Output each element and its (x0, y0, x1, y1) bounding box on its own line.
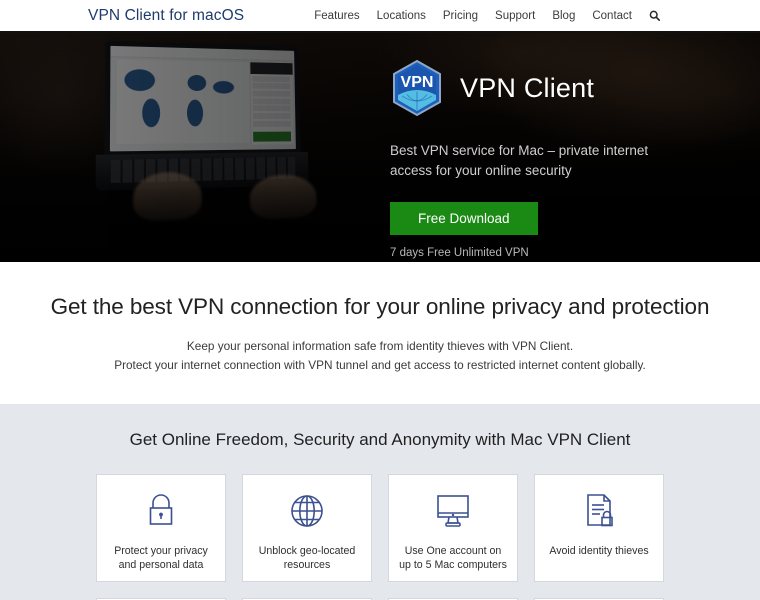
feature-card-label: Unblock geo-located resources (258, 545, 356, 571)
feature-card-multi-device[interactable]: Use One account on up to 5 Mac computers (388, 474, 518, 582)
feature-card-identity[interactable]: Avoid identity thieves (534, 474, 664, 582)
search-icon[interactable] (649, 10, 660, 21)
nav-item-locations[interactable]: Locations (377, 10, 426, 22)
monitor-icon (433, 489, 473, 533)
intro-line-2: Protect your internet connection with VP… (114, 358, 646, 372)
document-lock-icon (581, 489, 617, 533)
vpn-logo-text: VPN (401, 74, 434, 91)
globe-icon (288, 489, 326, 533)
main-nav: Features Locations Pricing Support Blog … (314, 10, 742, 22)
hero-title-row: VPN VPN Client (390, 59, 730, 117)
vpn-logo-icon: VPN (393, 59, 441, 117)
site-header: VPN Client for macOS Features Locations … (0, 0, 760, 33)
intro-heading: Get the best VPN connection for your onl… (50, 294, 710, 319)
feature-card-label: Use One account on up to 5 Mac computers (399, 545, 507, 571)
free-download-button[interactable]: Free Download (390, 202, 538, 235)
hero-subtitle: Best VPN service for Mac – private inter… (390, 143, 649, 178)
features-heading: Get Online Freedom, Security and Anonymi… (129, 430, 631, 449)
feature-card-privacy[interactable]: Protect your privacy and personal data (96, 474, 226, 582)
hero-section: VPN VPN Client Best VPN service for Mac … (0, 33, 760, 262)
site-brand[interactable]: VPN Client for macOS (88, 7, 244, 25)
hero-trial-note: 7 days Free Unlimited VPN (390, 247, 529, 259)
intro-line-1: Keep your personal information safe from… (186, 339, 574, 353)
feature-card-label: Protect your privacy and personal data (114, 545, 208, 571)
intro-section: Get the best VPN connection for your onl… (0, 262, 760, 404)
feature-card-geo-unblock[interactable]: Unblock geo-located resources (242, 474, 372, 582)
nav-item-features[interactable]: Features (314, 10, 359, 22)
nav-item-pricing[interactable]: Pricing (443, 10, 478, 22)
feature-card-label: Avoid identity thieves (549, 545, 649, 557)
hero-content: VPN VPN Client Best VPN service for Mac … (390, 59, 730, 259)
padlock-icon (144, 489, 178, 533)
nav-item-blog[interactable]: Blog (552, 10, 575, 22)
nav-item-contact[interactable]: Contact (592, 10, 632, 22)
hero-title: VPN Client (460, 72, 595, 103)
features-section: Get Online Freedom, Security and Anonymi… (0, 404, 760, 600)
nav-item-support[interactable]: Support (495, 10, 535, 22)
feature-card-grid-row-1: Protect your privacy and personal data U… (96, 474, 664, 582)
